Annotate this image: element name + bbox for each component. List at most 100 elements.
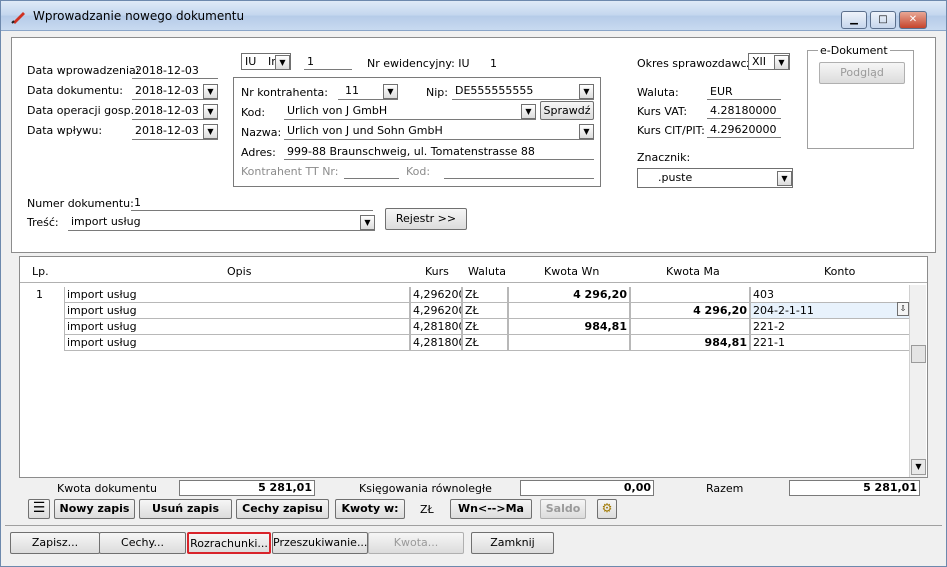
kod-combo[interactable]: Urlich von J GmbH ▼ (284, 103, 536, 120)
scrollbar[interactable]: ▼ (909, 285, 926, 477)
nowy-zapis-button[interactable]: Nowy zapis (54, 499, 135, 519)
cell-kurs[interactable]: 4,296200 (410, 287, 462, 303)
maximize-button[interactable]: □ (870, 11, 896, 29)
calculator-icon[interactable]: ⚙ (597, 499, 617, 519)
rozrachunki-button[interactable]: Rozrachunki... (187, 532, 271, 554)
cell-opis[interactable]: import usług (64, 335, 410, 351)
podglad-button[interactable]: Podgląd (819, 62, 905, 84)
chevron-down-icon[interactable]: ▼ (521, 104, 536, 119)
cechy-zapisu-button[interactable]: Cechy zapisu (236, 499, 329, 519)
row-dropdown-icon[interactable]: ⇩ (897, 302, 909, 316)
cell-kwota-wn[interactable] (508, 303, 630, 319)
title-bar[interactable]: Wprowadzanie nowego dokumentu ▁ □ ✕ (1, 1, 946, 31)
cell-kurs[interactable]: 4,296200 (410, 303, 462, 319)
nip-combo[interactable]: DE555555555 ▼ (452, 83, 594, 100)
cell-lp: 1 (20, 287, 64, 303)
cell-waluta[interactable]: ZŁ (462, 287, 508, 303)
nazwa-value: Urlich von J und Sohn GmbH (287, 124, 443, 137)
kod2-field[interactable] (444, 164, 594, 179)
kwota-button[interactable]: Kwota... (368, 532, 464, 554)
kurs-cit-label: Kurs CIT/PIT: (637, 124, 705, 137)
waluta-field[interactable]: EUR (707, 85, 781, 100)
cell-konto[interactable]: 204-2-1-11 (750, 303, 910, 319)
cell-kwota-ma[interactable] (630, 319, 750, 335)
tresc-combo[interactable]: import usług ▼ (68, 214, 375, 231)
chevron-down-icon[interactable]: ▼ (579, 84, 594, 99)
cell-waluta[interactable]: ZŁ (462, 303, 508, 319)
usun-zapis-button[interactable]: Usuń zapis (139, 499, 232, 519)
sprawdz-button[interactable]: Sprawdź (540, 101, 594, 120)
column-header-kurs[interactable]: Kurs (425, 265, 449, 278)
kwoty-w-button[interactable]: Kwoty w: (335, 499, 405, 519)
table-row[interactable]: import usług 4,281800 ZŁ 984,81 221-2 (20, 319, 910, 335)
scroll-thumb[interactable] (911, 345, 926, 363)
nr-field[interactable]: 1 (304, 55, 352, 70)
znacznik-value: .puste (658, 171, 693, 184)
cell-waluta[interactable]: ZŁ (462, 335, 508, 351)
cell-konto[interactable]: 221-1 (750, 335, 910, 351)
minimize-button[interactable]: ▁ (841, 11, 867, 29)
chevron-down-icon[interactable]: ▼ (203, 104, 218, 119)
okres-combo[interactable]: XII ▼ (748, 53, 790, 70)
cell-kwota-wn[interactable]: 984,81 (508, 319, 630, 335)
cell-kwota-ma[interactable]: 4 296,20 (630, 303, 750, 319)
saldo-button[interactable]: Saldo (540, 499, 586, 519)
chevron-down-icon[interactable]: ▼ (774, 55, 789, 70)
cell-waluta[interactable]: ZŁ (462, 319, 508, 335)
cell-opis[interactable]: import usług (64, 319, 410, 335)
adres-field[interactable]: 999-88 Braunschweig, ul. Tomatenstrasse … (284, 145, 594, 160)
kurs-cit-field[interactable]: 4.29620000 (707, 123, 781, 138)
znacznik-combo[interactable]: .puste ▼ (637, 168, 793, 188)
edokument-label: e-Dokument (818, 44, 890, 57)
data-wplywu-picker[interactable]: 2018-12-03 ▼ (132, 123, 218, 140)
column-header-kwota-wn[interactable]: Kwota Wn (544, 265, 599, 278)
cell-kwota-wn[interactable]: 4 296,20 (508, 287, 630, 303)
chevron-down-icon[interactable]: ▼ (275, 55, 290, 70)
kurs-vat-field[interactable]: 4.28180000 (707, 104, 781, 119)
kontrahent-tt-field[interactable] (344, 164, 399, 179)
chevron-down-icon[interactable]: ▼ (383, 84, 398, 99)
column-header-kwota-ma[interactable]: Kwota Ma (666, 265, 720, 278)
table-row[interactable]: import usług 4,296200 ZŁ 4 296,20 204-2-1-11 (20, 303, 910, 319)
chevron-down-icon[interactable]: ▼ (360, 215, 375, 230)
nr-kontrahenta-combo[interactable]: 11 ▼ (338, 83, 398, 100)
column-header-konto[interactable]: Konto (824, 265, 855, 278)
data-wprowadzenia-field[interactable]: 2018-12-03 (132, 64, 218, 79)
chevron-down-icon[interactable]: ▼ (203, 124, 218, 139)
cell-lp (20, 303, 64, 319)
chevron-down-icon[interactable]: ▼ (203, 84, 218, 99)
scroll-down-icon[interactable]: ▼ (911, 459, 926, 475)
data-dokumentu-picker[interactable]: 2018-12-03 ▼ (132, 83, 218, 100)
column-header-lp[interactable]: Lp. (32, 265, 49, 278)
nazwa-combo[interactable]: Urlich von J und Sohn GmbH ▼ (284, 123, 594, 140)
column-header-opis[interactable]: Opis (227, 265, 251, 278)
column-header-waluta[interactable]: Waluta (468, 265, 506, 278)
table-row[interactable]: import usług 4,281800 ZŁ 984,81 221-1 (20, 335, 910, 351)
cechy-button[interactable]: Cechy... (99, 532, 186, 554)
close-button[interactable]: ✕ (899, 11, 927, 29)
rejestr-button[interactable]: Rejestr >> (385, 208, 467, 230)
table-row[interactable]: 1 import usług 4,296200 ZŁ 4 296,20 403 (20, 287, 910, 303)
chevron-down-icon[interactable]: ▼ (579, 124, 594, 139)
data-operacji-picker[interactable]: 2018-12-03 ▼ (132, 103, 218, 120)
data-wplywu-label: Data wpływu: (27, 124, 103, 137)
cell-kurs[interactable]: 4,281800 (410, 335, 462, 351)
typ-combo[interactable]: IU Ir ▼ (241, 53, 291, 70)
cell-opis[interactable]: import usług (64, 303, 410, 319)
menu-icon[interactable]: ☰ (28, 499, 50, 519)
zapisz-button[interactable]: Zapisz... (10, 532, 100, 554)
nr-ewidencyjny-value: 1 (490, 57, 497, 70)
cell-kwota-wn[interactable] (508, 335, 630, 351)
przeszukiwanie-button[interactable]: Przeszukiwanie... (272, 532, 368, 554)
cell-konto[interactable]: 403 (750, 287, 910, 303)
cell-kurs[interactable]: 4,281800 (410, 319, 462, 335)
cell-opis[interactable]: import usług (64, 287, 410, 303)
numer-dokumentu-field[interactable]: 1 (131, 196, 373, 211)
cell-konto[interactable]: 221-2 (750, 319, 910, 335)
nr-kontrahenta-value: 11 (345, 84, 359, 97)
zamknij-button[interactable]: Zamknij (471, 532, 554, 554)
chevron-down-icon[interactable]: ▼ (777, 171, 792, 186)
cell-kwota-ma[interactable] (630, 287, 750, 303)
wn-ma-button[interactable]: Wn<-->Ma (450, 499, 532, 519)
cell-kwota-ma[interactable]: 984,81 (630, 335, 750, 351)
